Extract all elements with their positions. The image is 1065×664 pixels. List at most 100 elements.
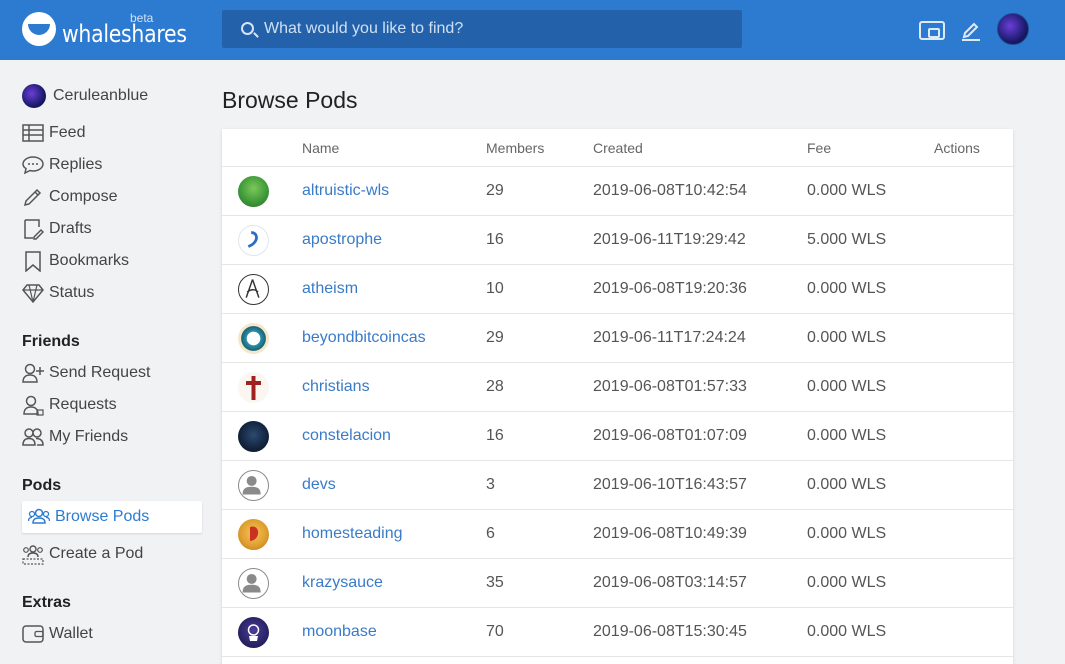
pod-fee: 0.000 WLS bbox=[807, 623, 887, 640]
whale-logo-icon bbox=[22, 12, 56, 46]
sidebar-item-label: Drafts bbox=[49, 220, 92, 237]
rooster-icon bbox=[250, 526, 259, 541]
pod-members: 6 bbox=[486, 525, 495, 542]
pod-name-link[interactable]: constelacion bbox=[302, 427, 391, 445]
sidebar-item-wallet[interactable]: Wallet bbox=[22, 621, 202, 647]
column-header-fee[interactable]: Fee bbox=[807, 140, 831, 156]
pod-name-link[interactable]: apostrophe bbox=[302, 231, 382, 249]
sidebar-item-my-friends[interactable]: My Friends bbox=[22, 424, 202, 450]
sidebar-item-status[interactable]: Status bbox=[22, 280, 202, 306]
apostrophe-logo-icon bbox=[247, 231, 258, 248]
sidebar-item-create-pod[interactable]: Create a Pod bbox=[22, 541, 202, 567]
bookmark-icon bbox=[25, 251, 41, 272]
top-bar: whaleshares beta bbox=[0, 0, 1065, 60]
table-row[interactable]: atheism 10 2019-06-08T19:20:36 0.000 WLS bbox=[222, 265, 1013, 314]
pod-members: 70 bbox=[486, 623, 504, 640]
sidebar-item-browse-pods[interactable]: Browse Pods bbox=[28, 504, 208, 530]
table-row[interactable]: altruistic-wls 29 2019-06-08T10:42:54 0.… bbox=[222, 167, 1013, 216]
column-header-actions: Actions bbox=[934, 140, 980, 156]
default-user-icon bbox=[242, 475, 261, 495]
pod-name-link[interactable]: homesteading bbox=[302, 525, 403, 543]
sidebar-item-replies[interactable]: Replies bbox=[22, 152, 202, 178]
column-header-name[interactable]: Name bbox=[302, 140, 339, 156]
sidebar-item-drafts[interactable]: Drafts bbox=[22, 216, 202, 242]
pod-created: 2019-06-08T03:14:57 bbox=[593, 574, 747, 591]
search-bar[interactable] bbox=[222, 10, 742, 48]
pod-fee: 0.000 WLS bbox=[807, 476, 887, 493]
sidebar-item-profile[interactable]: Ceruleanblue bbox=[22, 83, 202, 109]
table-row[interactable]: devs 3 2019-06-10T16:43:57 0.000 WLS bbox=[222, 461, 1013, 510]
pod-name-link[interactable]: atheism bbox=[302, 280, 358, 298]
pod-created: 2019-06-11T19:29:42 bbox=[593, 231, 746, 248]
pod-created: 2019-06-08T19:20:36 bbox=[593, 280, 747, 297]
sidebar-item-compose[interactable]: Compose bbox=[22, 184, 202, 210]
sidebar-item-label: Compose bbox=[49, 188, 118, 205]
sidebar-item-feed[interactable]: Feed bbox=[22, 120, 202, 146]
pod-fee: 0.000 WLS bbox=[807, 574, 887, 591]
pencil-icon bbox=[23, 188, 42, 207]
sidebar-item-bookmarks[interactable]: Bookmarks bbox=[22, 248, 202, 274]
pod-avatar bbox=[238, 519, 269, 550]
astronaut-icon bbox=[247, 624, 260, 641]
pod-avatar bbox=[238, 421, 269, 452]
pod-name-link[interactable]: christians bbox=[302, 378, 370, 396]
pod-avatar bbox=[238, 617, 269, 648]
pod-name-link[interactable]: moonbase bbox=[302, 623, 377, 641]
sidebar: Ceruleanblue Feed Replies Compose Drafts… bbox=[0, 60, 210, 664]
user-avatar[interactable] bbox=[997, 13, 1029, 45]
beta-badge: beta bbox=[130, 11, 154, 25]
whaleshares-logo[interactable]: whaleshares beta bbox=[22, 11, 187, 48]
pod-created: 2019-06-08T01:57:33 bbox=[593, 378, 747, 395]
pod-created: 2019-06-11T17:24:24 bbox=[593, 329, 746, 346]
user-icon bbox=[23, 395, 44, 416]
sidebar-item-label: Bookmarks bbox=[49, 252, 130, 269]
group-add-icon bbox=[22, 545, 44, 565]
pods-table: Name Members Created Fee Actions altruis… bbox=[222, 129, 1013, 664]
sidebar-item-label: Status bbox=[49, 284, 95, 301]
sidebar-item-requests[interactable]: Requests bbox=[22, 392, 202, 418]
column-header-members[interactable]: Members bbox=[486, 140, 544, 156]
table-row[interactable]: beyondbitcoincas 29 2019-06-11T17:24:24 … bbox=[222, 314, 1013, 363]
table-row[interactable]: constelacion 16 2019-06-08T01:07:09 0.00… bbox=[222, 412, 1013, 461]
sidebar-item-send-request[interactable]: Send Request bbox=[22, 360, 202, 386]
pod-name-link[interactable]: altruistic-wls bbox=[302, 182, 389, 200]
pod-avatar bbox=[238, 323, 269, 354]
search-input[interactable] bbox=[264, 10, 734, 48]
pod-members: 29 bbox=[486, 329, 504, 346]
pod-created: 2019-06-08T15:30:45 bbox=[593, 623, 747, 640]
pod-fee: 0.000 WLS bbox=[807, 280, 887, 297]
pod-name-link[interactable]: devs bbox=[302, 476, 336, 494]
search-icon bbox=[241, 22, 254, 35]
table-icon bbox=[22, 124, 44, 142]
table-row[interactable]: homesteading 6 2019-06-08T10:49:39 0.000… bbox=[222, 510, 1013, 559]
sidebar-item-label: Wallet bbox=[49, 625, 93, 642]
table-row[interactable]: moonbase 70 2019-06-08T15:30:45 0.000 WL… bbox=[222, 608, 1013, 657]
extras-heading: Extras bbox=[22, 594, 71, 611]
sidebar-item-label: Feed bbox=[49, 124, 86, 141]
sidebar-item-label: Create a Pod bbox=[49, 545, 144, 562]
diamond-icon bbox=[22, 284, 44, 304]
table-row[interactable]: christians 28 2019-06-08T01:57:33 0.000 … bbox=[222, 363, 1013, 412]
pod-members: 16 bbox=[486, 427, 504, 444]
page-title: Browse Pods bbox=[222, 87, 358, 113]
sidebar-item-label: Send Request bbox=[49, 364, 151, 381]
pod-avatar bbox=[238, 225, 269, 256]
sidebar-item-label: Ceruleanblue bbox=[53, 87, 149, 104]
table-row[interactable]: apostrophe 16 2019-06-11T19:29:42 5.000 … bbox=[222, 216, 1013, 265]
table-row[interactable]: krazysauce 35 2019-06-08T03:14:57 0.000 … bbox=[222, 559, 1013, 608]
drafts-icon bbox=[24, 219, 44, 240]
wallet-icon bbox=[22, 625, 44, 643]
pod-name-link[interactable]: krazysauce bbox=[302, 574, 383, 592]
group-icon bbox=[28, 508, 50, 524]
column-header-created[interactable]: Created bbox=[593, 140, 643, 156]
pod-members: 29 bbox=[486, 182, 504, 199]
pod-name-link[interactable]: beyondbitcoincas bbox=[302, 329, 426, 347]
wallet-icon[interactable] bbox=[919, 21, 945, 40]
pod-avatar bbox=[238, 470, 269, 501]
atheism-logo-icon bbox=[245, 279, 260, 298]
pod-avatar bbox=[238, 274, 269, 305]
default-user-icon bbox=[242, 573, 261, 593]
pencil-icon[interactable] bbox=[961, 19, 981, 41]
pod-members: 35 bbox=[486, 574, 504, 591]
users-icon bbox=[22, 428, 44, 446]
